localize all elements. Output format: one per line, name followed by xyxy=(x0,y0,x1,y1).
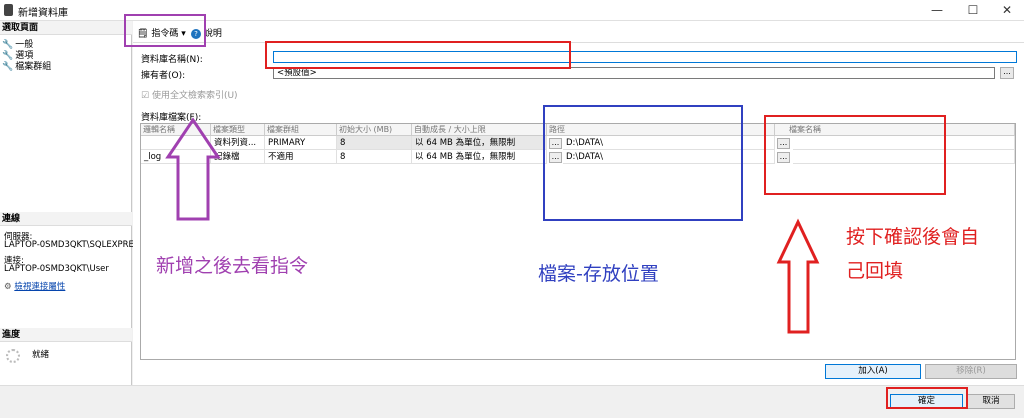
annotation-arrows xyxy=(165,117,820,334)
auto-fill-annotation-line1: 按下確認後會自 xyxy=(846,226,980,248)
file-location-annotation: 檔案-存放位置 xyxy=(538,263,659,285)
view-script-annotation: 新增之後去看指令 xyxy=(156,255,309,277)
auto-fill-annotation-line2: 己回填 xyxy=(846,260,904,282)
up-arrow-icon xyxy=(776,218,820,334)
up-arrow-icon xyxy=(165,117,221,221)
